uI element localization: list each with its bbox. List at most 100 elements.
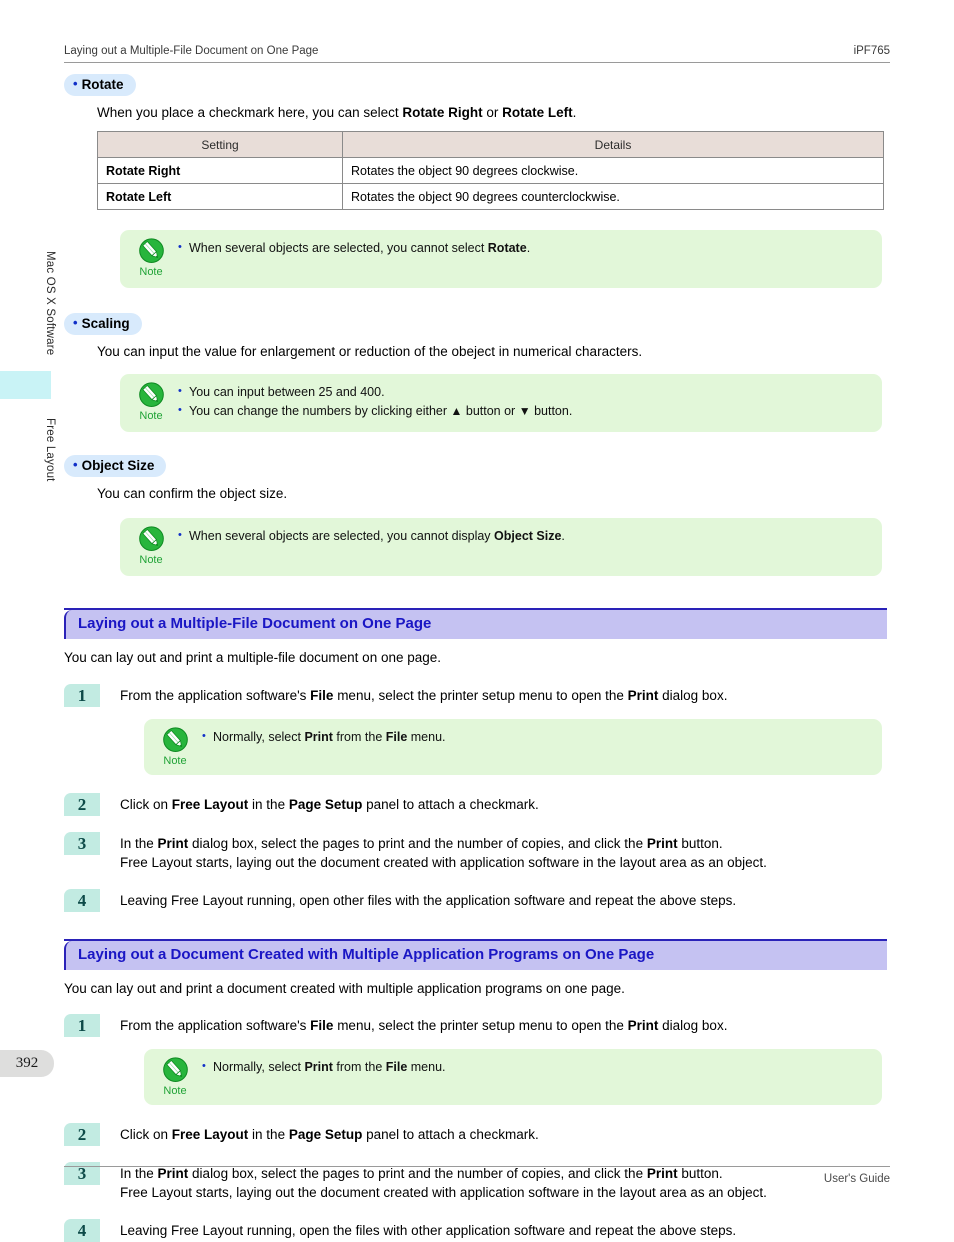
- triangle-down-icon: ▼: [518, 404, 531, 418]
- section-b-step-4: 4 Leaving Free Layout running, open the …: [64, 1219, 890, 1242]
- bullet-icon: •: [73, 315, 78, 330]
- rotate-description: When you place a checkmark here, you can…: [97, 103, 890, 122]
- file-menu-term: File: [385, 1060, 408, 1074]
- note-icon-group: Note: [130, 382, 172, 423]
- page-number: 392: [0, 1050, 54, 1077]
- triangle-up-icon: ▲: [450, 404, 463, 418]
- note-caption: Note: [139, 554, 163, 566]
- note-icon-group: Note: [154, 1057, 196, 1098]
- file-menu-term: File: [385, 730, 408, 744]
- section-b-step1-note: Note Normally, select Print from the Fil…: [144, 1049, 882, 1105]
- bullet-icon: •: [73, 76, 78, 91]
- step-text: From the application software's File men…: [120, 1018, 728, 1033]
- print-term: Print: [304, 730, 333, 744]
- note-icon-group: Note: [130, 238, 172, 279]
- step-number-badge: 4: [64, 889, 100, 912]
- table-cell-setting: Rotate Left: [97, 183, 343, 210]
- step-number-badge: 2: [64, 793, 100, 816]
- table-row: Rotate Left Rotates the object 90 degree…: [97, 183, 884, 210]
- table-header-details: Details: [342, 131, 884, 158]
- note-list: Normally, select Print from the File men…: [202, 727, 868, 747]
- print-button-term: Print: [646, 836, 678, 851]
- sidebar-section-marker: [0, 371, 51, 399]
- step-number-badge: 3: [64, 832, 100, 855]
- print-term: Print: [157, 836, 189, 851]
- step-number-badge: 4: [64, 1219, 100, 1242]
- running-header-title: Laying out a Multiple-File Document on O…: [64, 45, 319, 57]
- step-text-line-2: Free Layout starts, laying out the docum…: [120, 855, 767, 870]
- note-icon-group: Note: [130, 526, 172, 567]
- step-text-line-1: In the Print dialog box, select the page…: [120, 836, 723, 851]
- scaling-heading: • Scaling: [64, 313, 890, 335]
- left-margin-tabs: Mac OS X Software Free Layout 392: [0, 0, 56, 1235]
- note-item-post: button.: [530, 404, 573, 418]
- note-item: Normally, select Print from the File men…: [202, 727, 868, 747]
- section-a-step-2: 2 Click on Free Layout in the Page Setup…: [64, 793, 890, 816]
- note-caption: Note: [139, 266, 163, 278]
- note-list: When several objects are selected, you c…: [178, 238, 868, 258]
- scaling-note-box: Note You can input between 25 and 400. Y…: [120, 374, 882, 432]
- section-a-step1-note: Note Normally, select Print from the Fil…: [144, 719, 882, 775]
- section-a-heading: Laying out a Multiple-File Document on O…: [64, 608, 887, 639]
- section-a-step-4: 4 Leaving Free Layout running, open othe…: [64, 889, 890, 912]
- step-text: Leaving Free Layout running, open other …: [120, 893, 737, 908]
- running-footer-label: User's Guide: [823, 1173, 890, 1185]
- print-term: Print: [627, 1018, 659, 1033]
- note-item: You can input between 25 and 400.: [178, 382, 868, 402]
- note-item-mid: button or: [462, 404, 519, 418]
- running-footer: User's Guide: [64, 1166, 890, 1185]
- page-setup-term: Page Setup: [288, 1127, 363, 1142]
- note-item: You can change the numbers by clicking e…: [178, 401, 868, 421]
- note-pencil-icon: [162, 727, 188, 752]
- step-text: In the Print dialog box, select the page…: [120, 832, 767, 872]
- rotate-left-term: Rotate Left: [502, 105, 573, 120]
- note-pencil-icon: [138, 238, 164, 263]
- step-number-badge: 1: [64, 1014, 100, 1037]
- section-a-step-1: 1 From the application software's File m…: [64, 684, 890, 707]
- file-menu-term: File: [310, 688, 334, 703]
- note-item: Normally, select Print from the File men…: [202, 1057, 868, 1077]
- running-header: Laying out a Multiple-File Document on O…: [64, 45, 890, 63]
- object-size-heading-label: Object Size: [81, 458, 155, 473]
- rotate-description-post: .: [572, 105, 577, 120]
- section-a-intro: You can lay out and print a multiple-fil…: [64, 650, 442, 665]
- table-header-setting: Setting: [97, 131, 343, 158]
- step-number-badge: 2: [64, 1123, 100, 1146]
- note-item-term: Rotate: [487, 241, 527, 255]
- rotate-note-box: Note When several objects are selected, …: [120, 230, 882, 288]
- note-item-post: .: [561, 529, 565, 543]
- rotate-description-pre: When you place a checkmark here, you can…: [97, 105, 403, 120]
- note-list: Normally, select Print from the File men…: [202, 1057, 868, 1077]
- section-b-heading-bar: Laying out a Document Created with Multi…: [64, 941, 887, 970]
- section-b-intro: You can lay out and print a document cre…: [64, 981, 625, 996]
- page-setup-term: Page Setup: [288, 797, 363, 812]
- print-term: Print: [627, 688, 659, 703]
- note-item-term: Object Size: [494, 529, 562, 543]
- table-row: Rotate Right Rotates the object 90 degre…: [97, 157, 884, 184]
- table-cell-details: Rotates the object 90 degrees clockwise.: [342, 157, 884, 184]
- note-icon-group: Note: [154, 727, 196, 768]
- step-text: From the application software's File men…: [120, 688, 728, 703]
- step-text: Click on Free Layout in the Page Setup p…: [120, 797, 539, 812]
- sidebar-section-label: Free Layout: [44, 418, 56, 482]
- object-size-heading: • Object Size: [64, 455, 890, 477]
- rotate-description-mid: or: [482, 105, 503, 120]
- print-term: Print: [304, 1060, 333, 1074]
- table-cell-details: Rotates the object 90 degrees counterclo…: [342, 183, 884, 210]
- note-item-pre: When several objects are selected, you c…: [189, 241, 488, 255]
- bullet-icon: •: [73, 457, 78, 472]
- note-pencil-icon: [138, 526, 164, 551]
- sidebar-chapter-label: Mac OS X Software: [44, 250, 56, 356]
- rotate-right-term: Rotate Right: [402, 105, 483, 120]
- section-b-step-2: 2 Click on Free Layout in the Page Setup…: [64, 1123, 890, 1146]
- note-caption: Note: [163, 755, 187, 767]
- note-pencil-icon: [162, 1057, 188, 1082]
- note-list: When several objects are selected, you c…: [178, 526, 868, 546]
- step-number-badge: 1: [64, 684, 100, 707]
- scaling-heading-label: Scaling: [81, 316, 130, 331]
- file-menu-term: File: [310, 1018, 334, 1033]
- object-size-description: You can confirm the object size.: [97, 486, 288, 501]
- table-header-row: Setting Details: [97, 131, 884, 158]
- note-item-post: .: [526, 241, 531, 255]
- note-caption: Note: [163, 1085, 187, 1097]
